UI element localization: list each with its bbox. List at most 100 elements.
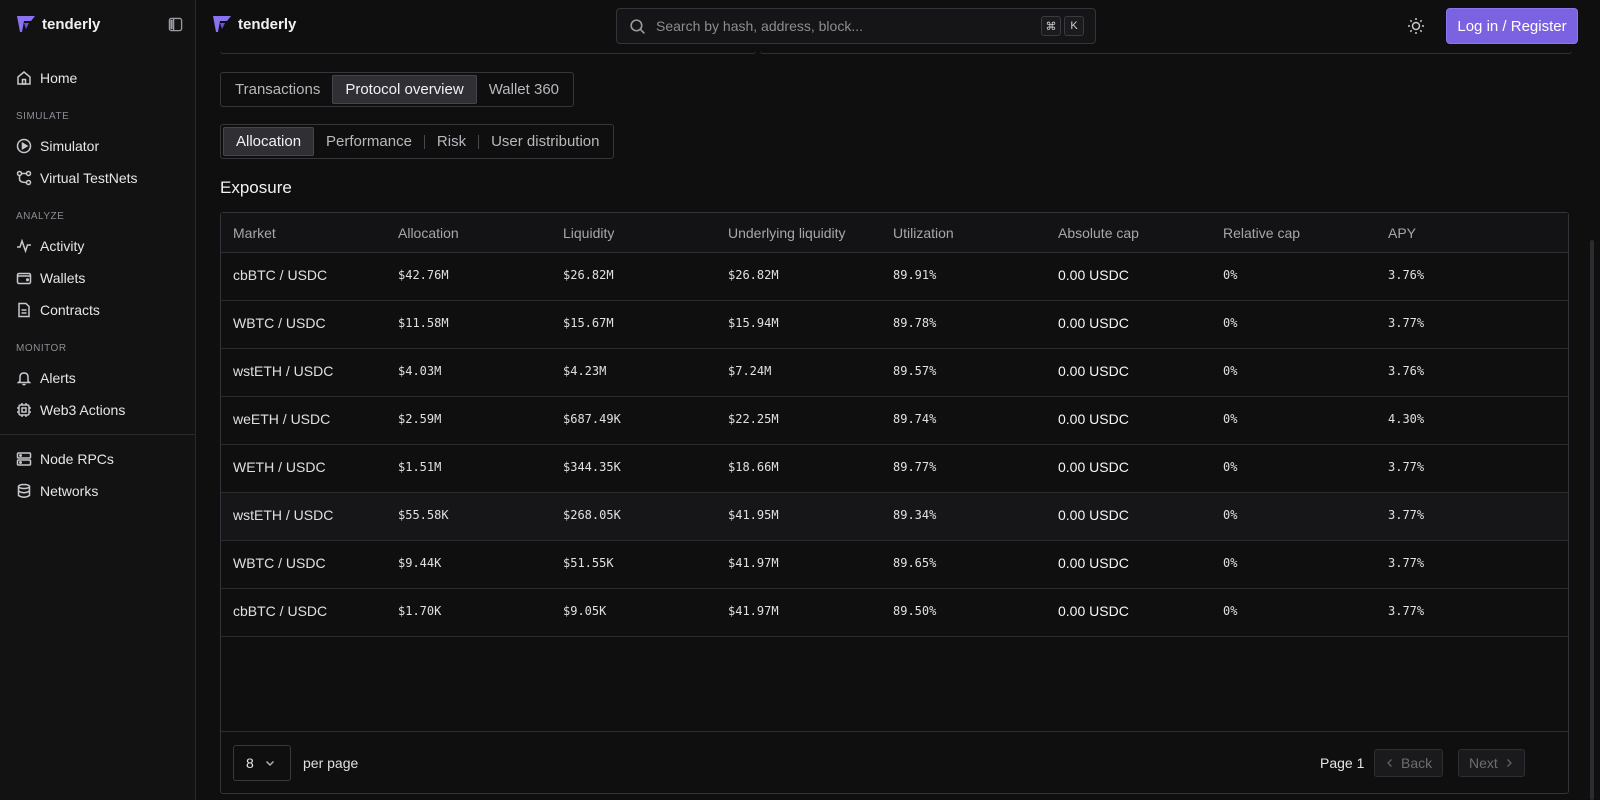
database-icon — [17, 483, 31, 498]
cell-underlying-liquidity: $18.66M — [728, 460, 779, 474]
sidebar: tenderly Home SIMULATE Simulator Virtual… — [0, 0, 196, 800]
topbar: tenderly ⌘ K Log in / Register — [196, 0, 1600, 52]
scrolled-panel-edge — [760, 52, 1572, 54]
search-icon — [630, 18, 645, 34]
sidebar-item-web3-actions[interactable]: Web3 Actions — [16, 400, 125, 420]
cell-relative-cap: 0% — [1223, 604, 1238, 618]
sidebar-item-contracts[interactable]: Contracts — [16, 300, 100, 320]
column-header-liquidity[interactable]: Liquidity — [563, 225, 614, 241]
cell-market: weETH / USDC — [233, 411, 331, 427]
search-bar[interactable]: ⌘ K — [616, 8, 1096, 44]
cell-liquidity: $51.55K — [563, 556, 614, 570]
table-row[interactable]: cbBTC / USDC $42.76M $26.82M $26.82M 89.91% 0… — [221, 253, 1568, 301]
cell-market: WBTC / USDC — [233, 315, 326, 331]
cell-market: WBTC / USDC — [233, 555, 326, 571]
home-icon — [17, 71, 31, 85]
per-page-select[interactable]: 8 — [233, 745, 291, 781]
cell-utilization: 89.34% — [893, 508, 937, 522]
cell-apy: 3.77% — [1388, 460, 1425, 474]
cell-underlying-liquidity: $41.97M — [728, 556, 779, 570]
page-indicator: Page 1 — [1320, 755, 1365, 771]
file-icon — [18, 302, 30, 318]
section-analyze: ANALYZE — [16, 211, 65, 222]
cell-market: cbBTC / USDC — [233, 603, 328, 619]
tab-performance[interactable]: Performance — [314, 127, 424, 156]
table-row[interactable]: wstETH / USDC $55.58K $268.05K $41.95M 89.34… — [221, 493, 1568, 541]
chevron-down-icon — [265, 760, 274, 767]
table-row[interactable]: WETH / USDC $1.51M $344.35K $18.66M 89.77% 0.… — [221, 445, 1568, 493]
cell-underlying-liquidity: $26.82M — [728, 268, 779, 282]
per-page-value: 8 — [246, 755, 254, 771]
sidebar-item-home[interactable]: Home — [16, 68, 77, 88]
cell-allocation: $2.59M — [398, 412, 442, 426]
cell-utilization: 89.65% — [893, 556, 937, 570]
column-header-underlying-liquidity[interactable]: Underlying liquidity — [728, 225, 846, 241]
cell-relative-cap: 0% — [1223, 412, 1238, 426]
cell-relative-cap: 0% — [1223, 364, 1238, 378]
topbar-logo[interactable]: tenderly — [212, 14, 296, 34]
tab-transactions[interactable]: Transactions — [223, 75, 332, 104]
table-row[interactable]: cbBTC / USDC $1.70K $9.05K $41.97M 89.50% 0.0… — [221, 589, 1568, 637]
cell-apy: 4.30% — [1388, 412, 1425, 426]
shortcut-cmd-key: ⌘ — [1041, 16, 1061, 36]
cell-underlying-liquidity: $41.97M — [728, 604, 779, 618]
page-scrollbar[interactable] — [1590, 240, 1594, 800]
column-header-apy[interactable]: APY — [1388, 225, 1416, 241]
branch-icon — [16, 170, 32, 186]
sidebar-item-label: Activity — [40, 238, 85, 254]
cell-apy: 3.77% — [1388, 508, 1425, 522]
sidebar-item-activity[interactable]: Activity — [16, 236, 84, 256]
table-row[interactable]: WBTC / USDC $11.58M $15.67M $15.94M 89.78% 0.… — [221, 301, 1568, 349]
tenderly-logo-icon — [213, 16, 231, 32]
sidebar-item-label: Alerts — [40, 370, 76, 386]
sidebar-item-label: Simulator — [40, 138, 100, 154]
table-row[interactable]: weETH / USDC $2.59M $687.49K $22.25M 89.74% 0… — [221, 397, 1568, 445]
sidebar-item-networks[interactable]: Networks — [16, 481, 98, 501]
column-header-market[interactable]: Market — [233, 225, 276, 241]
search-input[interactable] — [656, 18, 1036, 34]
tenderly-logo-icon — [17, 16, 35, 32]
server-icon — [16, 452, 32, 466]
play-circle-icon — [16, 138, 32, 154]
column-header-allocation[interactable]: Allocation — [398, 225, 459, 241]
tab-user-distribution[interactable]: User distribution — [479, 127, 611, 156]
cell-absolute-cap: 0.00 USDC — [1058, 555, 1129, 571]
sun-icon[interactable] — [1406, 16, 1426, 36]
table-row[interactable]: wstETH / USDC $4.03M $4.23M $7.24M 89.57% 0.0… — [221, 349, 1568, 397]
column-header-utilization[interactable]: Utilization — [893, 225, 954, 241]
bell-icon — [16, 372, 32, 386]
sidebar-item-label: Home — [40, 70, 78, 86]
sidebar-collapse-icon[interactable] — [168, 17, 183, 32]
sidebar-logo[interactable]: tenderly — [16, 14, 100, 34]
chevron-right-icon — [1506, 759, 1512, 767]
cell-absolute-cap: 0.00 USDC — [1058, 459, 1129, 475]
column-header-relative-cap[interactable]: Relative cap — [1223, 225, 1300, 241]
table-row[interactable]: WBTC / USDC $9.44K $51.55K $41.97M 89.65% 0.0… — [221, 541, 1568, 589]
sidebar-item-alerts[interactable]: Alerts — [16, 368, 76, 388]
back-label: Back — [1401, 755, 1433, 771]
cell-relative-cap: 0% — [1223, 268, 1238, 282]
cell-allocation: $9.44K — [398, 556, 442, 570]
sidebar-item-simulator[interactable]: Simulator — [16, 136, 99, 156]
next-label: Next — [1469, 755, 1498, 771]
sidebar-item-virtual-testnets[interactable]: Virtual TestNets — [16, 168, 138, 188]
sidebar-item-wallets[interactable]: Wallets — [16, 268, 85, 288]
main-content: Transactions Protocol overview Wallet 36… — [196, 52, 1600, 800]
tab-wallet-360[interactable]: Wallet 360 — [477, 75, 571, 104]
tab-risk[interactable]: Risk — [425, 127, 478, 156]
cell-allocation: $55.58K — [398, 508, 449, 522]
cell-utilization: 89.77% — [893, 460, 937, 474]
cell-market: wstETH / USDC — [233, 363, 334, 379]
back-button[interactable]: Back — [1374, 749, 1444, 777]
sidebar-item-node-rpcs[interactable]: Node RPCs — [16, 449, 114, 469]
column-header-absolute-cap[interactable]: Absolute cap — [1058, 225, 1139, 241]
wallet-icon — [16, 272, 32, 285]
next-button[interactable]: Next — [1458, 749, 1525, 777]
tab-protocol-overview[interactable]: Protocol overview — [332, 75, 477, 104]
cell-liquidity: $9.05K — [563, 604, 607, 618]
login-register-button[interactable]: Log in / Register — [1446, 8, 1578, 44]
sidebar-item-label: Virtual TestNets — [40, 170, 138, 186]
cell-utilization: 89.57% — [893, 364, 937, 378]
cell-liquidity: $26.82M — [563, 268, 614, 282]
tab-allocation[interactable]: Allocation — [223, 127, 315, 156]
